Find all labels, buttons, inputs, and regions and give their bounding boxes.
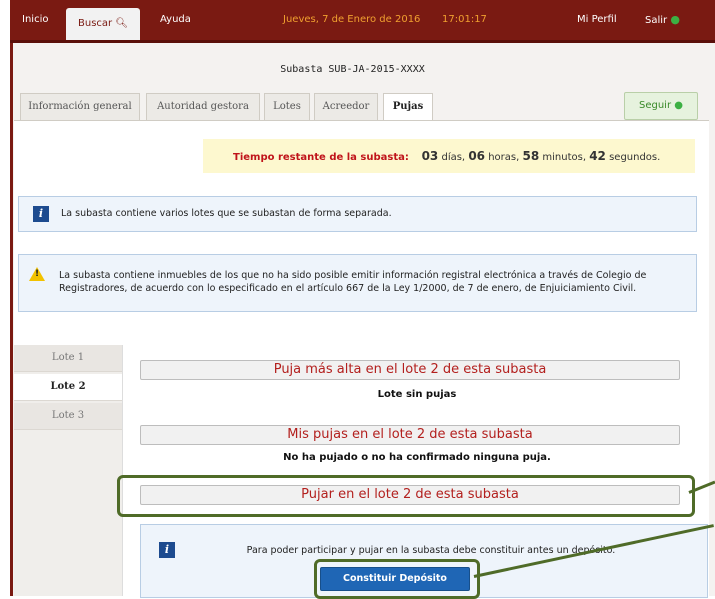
nav-search-tab[interactable]: Buscar 🔍︎ [66, 8, 141, 40]
info-message: La subasta contiene varios lotes que se … [61, 208, 392, 219]
warning-box: ! La subasta contiene inmuebles de los q… [18, 254, 697, 312]
info-box: i La subasta contiene varios lotes que s… [18, 196, 697, 232]
timer-hours: 06 [468, 149, 486, 163]
search-icon: 🔍︎ [115, 18, 129, 29]
tab-lots[interactable]: Lotes [264, 93, 310, 120]
my-bids-header: Mis pujas en el lote 2 de esta subasta [140, 425, 680, 445]
lot-tab-3[interactable]: Lote 3 [14, 403, 122, 430]
timer-seconds-unit: segundos. [609, 152, 661, 163]
timer-minutes-unit: minutos, [542, 152, 586, 163]
lot-tab-2[interactable]: Lote 2 [14, 374, 122, 401]
nav-profile-link[interactable]: Mi Perfil [577, 0, 617, 40]
logout-label: Salir [645, 15, 668, 26]
my-bids-value: No ha pujado o no ha confirmado ninguna … [283, 452, 551, 463]
tab-bids[interactable]: Pujas [383, 93, 433, 121]
nav-logout-link[interactable]: Salir ● [645, 0, 680, 40]
timer-hours-unit: horas, [488, 152, 520, 163]
timer-seconds: 42 [589, 149, 606, 163]
nav-search-label: Buscar [78, 18, 113, 29]
timer-label: Tiempo restante de la subasta: [233, 152, 409, 163]
auction-title: Subasta SUB-JA-2015-XXXX [280, 64, 425, 75]
current-date: Jueves, 7 de Enero de 2016 [283, 14, 421, 25]
timer-days-unit: días, [441, 152, 466, 163]
user-icon: ● [670, 13, 680, 26]
current-time: 17:01:17 [442, 14, 487, 25]
timer-days: 03 [421, 149, 439, 163]
lot-tab-1[interactable]: Lote 1 [14, 345, 122, 372]
nav-help-link[interactable]: Ayuda [160, 0, 191, 40]
info-icon: i [33, 206, 49, 222]
deposit-info-icon: i [159, 542, 175, 558]
highest-bid-value: Lote sin pujas [377, 389, 457, 400]
tab-managing-authority[interactable]: Autoridad gestora [146, 93, 260, 120]
warning-message: La subasta contiene inmuebles de los que… [59, 270, 647, 294]
tab-general-info[interactable]: Información general [20, 93, 140, 120]
follow-label: Seguir [639, 100, 672, 111]
deposit-button-highlight [314, 559, 480, 599]
tab-creditor[interactable]: Acreedor [314, 93, 378, 120]
place-bid-highlight [117, 475, 695, 517]
follow-user-icon: ● [674, 100, 683, 111]
warning-icon: ! [29, 267, 45, 281]
follow-button[interactable]: Seguir ● [624, 92, 698, 120]
timer-minutes: 58 [522, 149, 540, 163]
countdown-timer: Tiempo restante de la subasta: 03 días, … [203, 139, 695, 173]
nav-home-link[interactable]: Inicio [22, 0, 48, 40]
highest-bid-header: Puja más alta en el lote 2 de esta subas… [140, 360, 680, 380]
